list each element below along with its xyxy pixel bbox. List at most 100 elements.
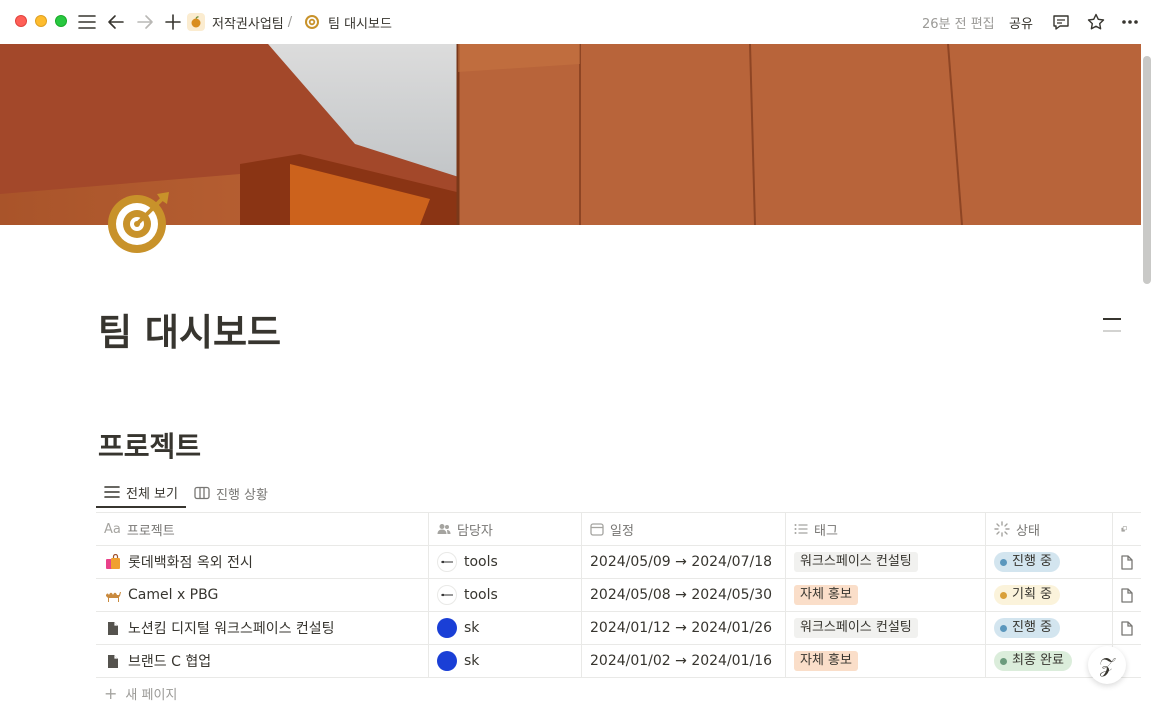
close-window-button[interactable] — [15, 15, 27, 27]
status-badge: 진행 중 — [994, 618, 1061, 638]
open-page-cell[interactable] — [1113, 579, 1141, 611]
column-label: 상태 — [1016, 523, 1040, 539]
status-label: 진행 중 — [1012, 554, 1053, 569]
comments-icon[interactable] — [1051, 12, 1071, 32]
project-name[interactable]: 롯데백화점 옥외 전시 — [128, 552, 253, 572]
column-header-more[interactable] — [1113, 513, 1141, 545]
tag-cell[interactable]: 자체 홍보 — [786, 579, 986, 611]
minimize-window-button[interactable] — [35, 15, 47, 27]
schedule-cell[interactable]: 2024/05/08 → 2024/05/30 — [582, 579, 786, 611]
section-heading[interactable]: 프로젝트 — [98, 425, 201, 465]
target-icon[interactable] — [105, 190, 171, 256]
column-label: 담당자 — [457, 523, 493, 539]
owner-name: tools — [464, 554, 498, 570]
owner-cell[interactable]: tools — [429, 546, 582, 578]
tag-badge: 워크스페이스 컨설팅 — [794, 552, 918, 572]
tab-progress-view[interactable]: 진행 상황 — [186, 478, 276, 508]
tag-cell[interactable]: 워크스페이스 컨설팅 — [786, 612, 986, 644]
table-row[interactable]: 브랜드 C 협업 sk 2024/01/02 → 2024/01/16 자체 홍… — [96, 645, 1141, 678]
owner-cell[interactable]: sk — [429, 612, 582, 644]
breadcrumb-label: 팀 대시보드 — [328, 16, 392, 32]
share-button[interactable]: 공유 — [1009, 13, 1033, 32]
column-label: 태그 — [814, 523, 838, 539]
project-cell[interactable]: Camel x PBG — [96, 579, 429, 611]
table-row[interactable]: 노션킴 디지털 워크스페이스 컨설팅 sk 2024/01/12 → 2024/… — [96, 612, 1141, 645]
shopping-bags-icon — [104, 553, 122, 571]
tag-cell[interactable]: 워크스페이스 컨설팅 — [786, 546, 986, 578]
status-cell[interactable]: 진행 중 — [986, 612, 1113, 644]
document-outline-icon — [1121, 587, 1133, 603]
page-title[interactable]: 팀 대시보드 — [98, 302, 281, 356]
column-header-tag[interactable]: 태그 — [786, 513, 986, 545]
tab-label: 전체 보기 — [126, 486, 178, 502]
document-icon — [104, 619, 122, 637]
table-row[interactable]: Camel x PBG tools 2024/05/08 → 2024/05/3… — [96, 579, 1141, 612]
status-cell[interactable]: 기획 중 — [986, 579, 1113, 611]
text-property-icon: Aa — [104, 521, 121, 537]
notion-ai-icon: 𝒵 — [1099, 653, 1115, 677]
table-row[interactable]: 롯데백화점 옥외 전시 tools 2024/05/09 → 2024/07/1… — [96, 546, 1141, 579]
column-label: 프로젝트 — [126, 523, 175, 539]
document-icon — [104, 652, 122, 670]
calendar-icon — [590, 523, 604, 536]
status-badge: 기획 중 — [994, 585, 1061, 605]
tab-all-view[interactable]: 전체 보기 — [96, 478, 186, 508]
new-page-button[interactable]: + 새 페이지 — [104, 684, 177, 703]
schedule-cell[interactable]: 2024/01/12 → 2024/01/26 — [582, 612, 786, 644]
avatar — [437, 618, 457, 638]
cover-image — [0, 44, 1141, 225]
status-badge: 최종 완료 — [994, 651, 1072, 671]
top-bar: 저작권사업팀 / 팀 대시보드 26분 전 편집 공유 — [0, 0, 1156, 44]
owner-name: sk — [464, 620, 480, 636]
column-header-project[interactable]: Aa 프로젝트 — [96, 513, 429, 545]
owner-cell[interactable]: sk — [429, 645, 582, 677]
breadcrumb-item-team[interactable]: 저작권사업팀 / — [187, 12, 292, 32]
open-page-cell[interactable] — [1113, 546, 1141, 578]
project-name[interactable]: 브랜드 C 협업 — [128, 651, 211, 671]
owner-name: tools — [464, 587, 498, 603]
page-scrollbar[interactable] — [1143, 56, 1151, 284]
status-label: 최종 완료 — [1012, 653, 1064, 668]
tag-badge: 워크스페이스 컨설팅 — [794, 618, 918, 638]
column-header-schedule[interactable]: 일정 — [582, 513, 786, 545]
project-cell[interactable]: 롯데백화점 옥외 전시 — [96, 546, 429, 578]
forward-arrow-icon[interactable] — [135, 12, 155, 32]
maximize-window-button[interactable] — [55, 15, 67, 27]
board-icon — [194, 486, 210, 500]
toc-line — [1103, 330, 1121, 332]
table-of-contents-indicator[interactable] — [1103, 318, 1121, 342]
project-name[interactable]: Camel x PBG — [128, 587, 218, 603]
document-outline-icon — [1121, 554, 1133, 570]
project-cell[interactable]: 노션킴 디지털 워크스페이스 컨설팅 — [96, 612, 429, 644]
avatar — [437, 585, 457, 605]
status-icon — [994, 521, 1010, 537]
tag-cell[interactable]: 자체 홍보 — [786, 645, 986, 677]
breadcrumb-item-dashboard[interactable]: 팀 대시보드 — [303, 12, 392, 32]
back-arrow-icon[interactable] — [106, 12, 126, 32]
new-tab-plus-icon[interactable] — [163, 12, 183, 32]
column-header-owner[interactable]: 담당자 — [429, 513, 582, 545]
more-options-icon[interactable] — [1120, 12, 1140, 32]
project-name[interactable]: 노션킴 디지털 워크스페이스 컨설팅 — [128, 618, 335, 638]
last-edited-text: 26분 전 편집 — [922, 17, 995, 32]
document-outline-icon — [1121, 620, 1133, 636]
apple-icon — [187, 13, 205, 31]
status-cell[interactable]: 진행 중 — [986, 546, 1113, 578]
open-page-cell[interactable] — [1113, 612, 1141, 644]
breadcrumb-separator: / — [287, 14, 293, 30]
status-label: 기획 중 — [1012, 587, 1053, 602]
schedule-cell[interactable]: 2024/05/09 → 2024/07/18 — [582, 546, 786, 578]
sidebar-menu-icon[interactable] — [77, 12, 97, 32]
column-label: 일정 — [610, 523, 634, 539]
avatar — [437, 552, 457, 572]
favorite-star-icon[interactable] — [1086, 12, 1106, 32]
column-header-status[interactable]: 상태 — [986, 513, 1113, 545]
toc-line-active — [1103, 318, 1121, 320]
schedule-cell[interactable]: 2024/01/02 → 2024/01/16 — [582, 645, 786, 677]
owner-cell[interactable]: tools — [429, 579, 582, 611]
list-icon — [794, 524, 808, 534]
breadcrumb-label: 저작권사업팀 — [212, 16, 284, 32]
database-view-tabs: 전체 보기 진행 상황 — [96, 478, 276, 512]
project-cell[interactable]: 브랜드 C 협업 — [96, 645, 429, 677]
help-button[interactable]: 𝒵 — [1088, 646, 1126, 684]
